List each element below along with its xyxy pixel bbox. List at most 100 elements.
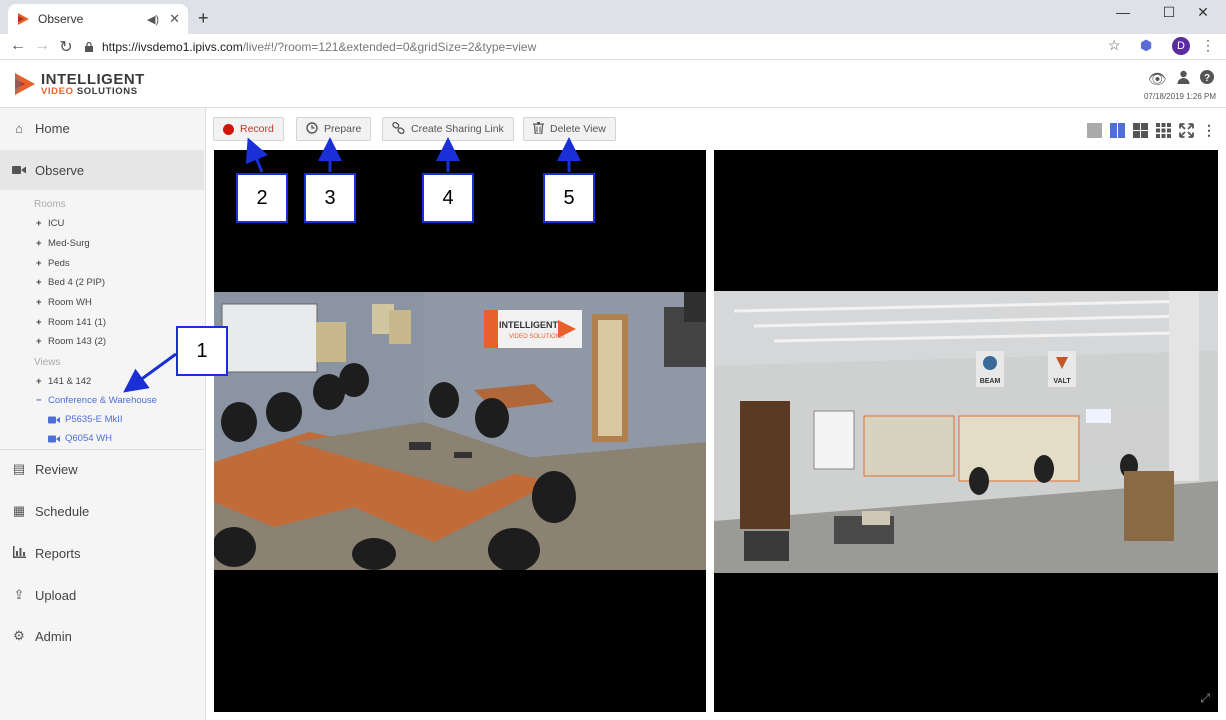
prepare-label: Prepare: [324, 123, 362, 135]
room-item-room-143[interactable]: + Room 143 (2): [36, 336, 106, 347]
user-icon[interactable]: [1177, 70, 1190, 88]
delete-view-button[interactable]: Delete View: [523, 117, 616, 141]
eye-icon[interactable]: 👁: [1148, 70, 1167, 88]
room-item-room-wh[interactable]: + Room WH: [36, 297, 92, 308]
expand-icon: +: [36, 238, 42, 249]
expand-icon: +: [36, 277, 42, 288]
room-label: Room WH: [48, 297, 92, 308]
browser-tab[interactable]: Observe ◀) ✕: [8, 4, 188, 34]
minimize-icon[interactable]: —: [1108, 4, 1138, 20]
warehouse-feed-image: BEAM VALT: [714, 291, 1218, 573]
nav-label: Upload: [35, 587, 77, 603]
calendar-icon: ▦: [12, 503, 26, 518]
nav-schedule[interactable]: ▦ Schedule: [0, 491, 204, 531]
grid-2x2-icon[interactable]: [1133, 123, 1148, 138]
svg-text:INTELLIGENT: INTELLIGENT: [499, 320, 558, 330]
grid-size-selector: ⋮: [1087, 122, 1216, 139]
video-camera-icon: [11, 163, 27, 178]
svg-text:VIDEO SOLUTIONS: VIDEO SOLUTIONS: [509, 334, 564, 340]
new-tab-button[interactable]: +: [198, 8, 209, 29]
camera-label: P5635-E MkII: [65, 414, 123, 425]
rooms-heading: Rooms: [34, 199, 66, 210]
room-item-icu[interactable]: + ICU: [36, 218, 64, 229]
video-tile-conference[interactable]: INTELLIGENT VIDEO SOLUTIONS: [214, 150, 706, 712]
room-item-room-141[interactable]: + Room 141 (1): [36, 317, 106, 328]
create-sharing-link-button[interactable]: Create Sharing Link: [382, 117, 514, 141]
video-tile-warehouse[interactable]: BEAM VALT ⤢: [714, 150, 1218, 712]
logo-video: VIDEO: [41, 86, 74, 97]
camera-item-q6054[interactable]: Q6054 WH: [48, 433, 112, 444]
speaker-icon[interactable]: ◀): [147, 13, 159, 26]
trash-icon: [533, 121, 544, 137]
more-options-icon[interactable]: ⋮: [1202, 122, 1216, 139]
browser-toolbar: ← → ↻ https://ivsdemo1.ipivs.com/live#!/…: [0, 34, 1226, 60]
expand-icon: +: [36, 317, 42, 328]
nav-review[interactable]: ▤ Review: [0, 449, 204, 489]
nav-label: Observe: [35, 162, 85, 178]
camera-label: Q6054 WH: [65, 433, 112, 444]
bookmark-star-icon[interactable]: ☆: [1108, 37, 1121, 54]
expand-icon: +: [36, 297, 42, 308]
nav-label: Schedule: [35, 503, 90, 519]
nav-label: Home: [35, 120, 70, 136]
clock-icon: [306, 121, 318, 137]
callout-2: 2: [236, 173, 288, 223]
reload-icon[interactable]: ↻: [56, 37, 76, 57]
close-window-icon[interactable]: ✕: [1188, 4, 1218, 21]
expand-tile-icon[interactable]: ⤢: [1200, 691, 1210, 706]
back-icon[interactable]: ←: [8, 37, 28, 55]
room-item-peds[interactable]: + Peds: [36, 258, 70, 269]
logo-solutions: SOLUTIONS: [76, 86, 138, 97]
record-button[interactable]: Record: [213, 117, 284, 141]
collapse-icon: −: [36, 395, 42, 406]
room-label: Room 143 (2): [48, 336, 107, 347]
url-host: https://ivsdemo1.ipivs.com: [102, 39, 243, 54]
browser-menu-icon[interactable]: ⋮: [1201, 37, 1215, 54]
browser-titlebar: Observe ◀) ✕ + — ☐ ✕: [0, 0, 1226, 34]
nav-label: Admin: [35, 628, 72, 644]
nav-admin[interactable]: ⚙ Admin: [0, 616, 204, 656]
expand-icon: +: [36, 258, 42, 269]
profile-avatar[interactable]: D: [1172, 37, 1190, 55]
maximize-icon[interactable]: ☐: [1154, 4, 1184, 21]
address-bar[interactable]: https://ivsdemo1.ipivs.com/live#!/?room=…: [84, 35, 1134, 58]
view-item-141-142[interactable]: +141 & 142: [36, 376, 91, 387]
grid-1x1-icon[interactable]: [1087, 123, 1102, 138]
nav-upload[interactable]: ⇪ Upload: [0, 575, 204, 615]
film-icon: ▤: [12, 461, 26, 476]
callout-1: 1: [176, 326, 228, 376]
logo-line1: INTELLIGENT: [41, 71, 145, 88]
ivs-logo[interactable]: INTELLIGENT VIDEO SOLUTIONS: [14, 72, 145, 97]
nav-reports[interactable]: Reports: [0, 533, 204, 573]
link-icon: [392, 121, 405, 137]
room-item-bed4[interactable]: + Bed 4 (2 PIP): [36, 277, 105, 288]
close-tab-icon[interactable]: ✕: [169, 11, 180, 27]
grid-3x3-icon[interactable]: [1156, 123, 1171, 138]
view-item-conference-warehouse[interactable]: − Conference & Warehouse: [36, 395, 157, 406]
svg-text:BEAM: BEAM: [980, 378, 1001, 385]
view-label: 141 & 142: [48, 376, 92, 387]
fullscreen-icon[interactable]: [1179, 123, 1194, 138]
expand-icon: +: [36, 376, 42, 387]
view-label: Conference & Warehouse: [48, 395, 157, 406]
ivs-logo-icon: [15, 73, 35, 96]
callout-4: 4: [422, 173, 474, 223]
camera-icon: [48, 416, 60, 423]
tab-title: Observe: [38, 12, 84, 26]
nav-home[interactable]: ⌂ Home: [0, 108, 204, 148]
home-icon: ⌂: [15, 120, 23, 136]
gear-icon: ⚙: [13, 628, 25, 643]
nav-label: Reports: [35, 545, 81, 561]
grid-2-icon[interactable]: [1110, 123, 1125, 138]
record-label: Record: [240, 123, 274, 135]
extension-icon[interactable]: ⬢: [1140, 37, 1152, 54]
room-item-med-surg[interactable]: + Med-Surg: [36, 238, 90, 249]
delete-label: Delete View: [550, 123, 606, 135]
nav-observe[interactable]: Observe: [0, 150, 204, 190]
forward-icon[interactable]: →: [32, 37, 52, 55]
camera-item-p5635[interactable]: P5635-E MkII: [48, 414, 123, 425]
bar-chart-icon: [11, 545, 27, 561]
prepare-button[interactable]: Prepare: [296, 117, 372, 141]
help-icon[interactable]: ?: [1200, 70, 1214, 88]
room-label: ICU: [48, 218, 65, 229]
